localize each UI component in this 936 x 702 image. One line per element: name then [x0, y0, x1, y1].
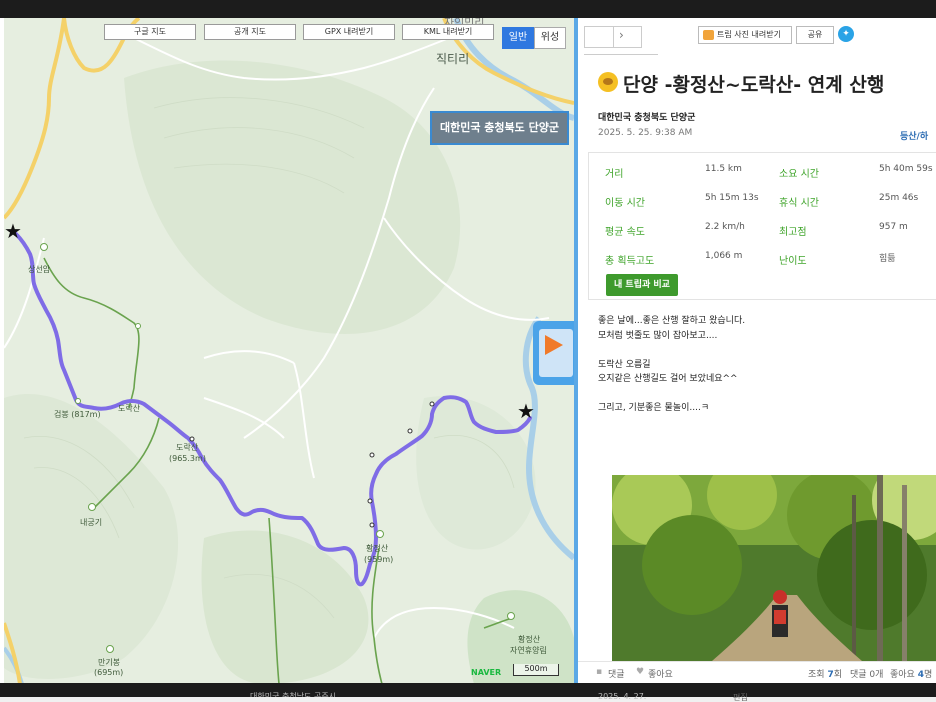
place-label-mangi-height: (695m) — [94, 668, 124, 677]
stat-label-difficulty: 난이도 — [779, 256, 807, 267]
google-map-button[interactable]: 구글 지도 — [104, 24, 196, 40]
stat-value-rest: 25m 46s — [879, 193, 919, 203]
trip-map[interactable]: ★ ★ 자인민리 직티리 상선암 검봉 (817m) 도락산 도락산 (965.… — [4, 18, 574, 684]
place-label-mangi: 만기봉 — [98, 658, 121, 667]
public-map-button[interactable]: 공개 지도 — [204, 24, 296, 40]
end-star-icon[interactable]: ★ — [517, 401, 535, 421]
forest-marker-icon[interactable] — [507, 612, 515, 620]
compare-trip-button[interactable]: 내 트립과 비교 — [606, 274, 678, 296]
trip-description: 좋은 날에...좋은 산행 잘하고 왔습니다. 모처럼 벗줄도 많이 잡아보고.… — [598, 314, 745, 416]
start-star-icon[interactable]: ★ — [4, 221, 22, 241]
stat-label-elevation-gain: 총 획득고도 — [605, 256, 655, 267]
comment-icon: ▪ — [596, 667, 603, 677]
region-badge: 대한민국 충청북도 단양군 — [430, 111, 569, 145]
trip-photo[interactable] — [612, 475, 936, 661]
desc-line: 도락산 오름길 — [598, 359, 651, 370]
trip-title: 단양 -황정산~도락산- 연계 산행 — [623, 74, 885, 96]
stat-label-rest: 휴식 시간 — [779, 198, 819, 209]
stat-value-elevation-gain: 1,066 m — [705, 251, 743, 261]
desc-line: 모처럼 벗줄도 많이 잡아보고.... — [598, 330, 718, 341]
desc-line: 좋은 날에...좋은 산행 잘하고 왔습니다. — [598, 316, 746, 326]
trip-date: 2025. 5. 25. 9:38 AM — [598, 128, 693, 138]
photo-icon — [703, 30, 714, 40]
views-count: 조회 7회 — [808, 670, 842, 680]
download-photos-button[interactable]: 트립 사진 내려받기 — [698, 26, 792, 44]
top-toolbar-strip — [0, 0, 936, 18]
forest-photo — [612, 475, 936, 661]
map-type-normal-button[interactable]: 일반 — [502, 27, 534, 49]
trip-detail-panel: › 트립 사진 내려받기 공유 ✦ 단양 -황정산~도락산- 연계 산행 대한민… — [578, 18, 936, 684]
stat-value-distance: 11.5 km — [705, 164, 742, 174]
sangseonam-marker-icon[interactable] — [40, 243, 48, 251]
stat-label-duration: 소요 시간 — [779, 169, 819, 180]
stat-value-speed: 2.2 km/h — [705, 222, 745, 232]
hwangjeong-marker-icon[interactable] — [376, 530, 384, 538]
toggle-panel-button[interactable] — [533, 321, 577, 385]
stat-label-peak: 최고점 — [779, 227, 807, 238]
stat-label-distance: 거리 — [605, 169, 624, 180]
place-label-hwangjeong-height: (959m) — [364, 555, 394, 564]
place-label-geombong: 검봉 (817m) — [54, 410, 101, 419]
desc-line: 그리고, 기분좋은 물놀이....ㅋ — [598, 403, 710, 413]
trip-footer: ▪ 댓글 ♥ 좋아요 조회 7회 댓글 0개 좋아요 4명 — [578, 661, 936, 684]
place-label-forest2: 자연휴양림 — [510, 646, 547, 655]
comment-button[interactable]: 댓글 — [608, 667, 625, 680]
comments-count: 댓글 0개 — [850, 670, 884, 680]
mangi-marker-icon[interactable] — [106, 645, 114, 653]
gpx-download-button[interactable]: GPX 내려받기 — [303, 24, 395, 40]
stat-value-peak: 957 m — [879, 222, 908, 232]
edit-button[interactable]: 편집 — [733, 692, 748, 702]
trip-nav: › — [584, 26, 642, 48]
download-photos-label: 트립 사진 내려받기 — [717, 30, 781, 39]
desc-line: 오지같은 산행길도 걸어 보았네요^^ — [598, 374, 738, 384]
trip-location: 대한민국 충청북도 단양군 — [598, 113, 696, 123]
map-type-satellite-button[interactable]: 위성 — [534, 27, 566, 49]
place-label-dorak-height: (965.3m) — [169, 454, 206, 463]
place-label-forest1: 황정산 — [518, 635, 541, 644]
twitter-icon[interactable]: ✦ — [838, 26, 854, 42]
like-button[interactable]: 좋아요 — [648, 667, 673, 680]
map-scale: 500m — [513, 664, 559, 676]
stat-label-speed: 평균 속도 — [605, 227, 645, 238]
place-label-sangseonam: 상선암 — [28, 265, 51, 274]
like-icon: ♥ — [636, 667, 645, 677]
desc-line — [598, 343, 745, 358]
trip-category-link[interactable]: 등산/하 — [900, 129, 928, 142]
place-label-naegung: 내궁기 — [80, 518, 103, 527]
play-arrow-icon — [545, 335, 563, 355]
stat-value-moving: 5h 15m 13s — [705, 193, 759, 203]
desc-line — [598, 387, 745, 402]
stat-value-duration: 5h 40m 59s — [879, 164, 933, 174]
place-label-dorak-left: 도락산 — [118, 404, 141, 413]
stat-value-difficulty: 힘듦 — [879, 254, 896, 264]
place-label-dorak: 도락산 — [176, 443, 199, 452]
next-trip-chevron-icon[interactable]: › — [619, 28, 624, 42]
place-label-jiktiri: 직티리 — [436, 52, 470, 66]
likes-count: 좋아요 4명 — [890, 670, 933, 680]
naver-logo: NAVER — [471, 668, 502, 677]
place-label-hwangjeong: 황정산 — [366, 544, 389, 553]
share-button[interactable]: 공유 — [796, 26, 834, 44]
naegung-marker-icon[interactable] — [88, 503, 96, 511]
stat-label-moving: 이동 시간 — [605, 198, 645, 209]
trip-viewer: ★ ★ 자인민리 직티리 상선암 검봉 (817m) 도락산 도락산 (965.… — [0, 0, 936, 702]
trip-emoji-icon — [598, 72, 618, 92]
next-trip-date: 2025. 4. 27. — [598, 692, 647, 701]
kml-download-button[interactable]: KML 내려받기 — [402, 24, 494, 40]
